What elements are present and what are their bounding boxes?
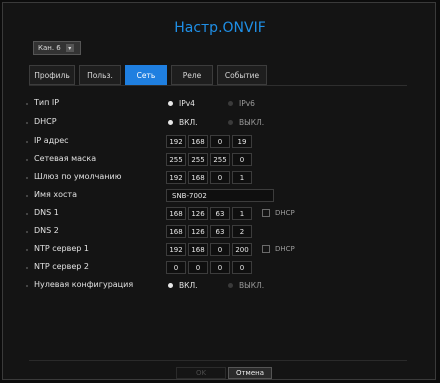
channel-label: Кан. 6	[38, 44, 61, 52]
dhcp-off-label: ВЫКЛ.	[239, 118, 265, 127]
dhcp-on-radio[interactable]: ВКЛ.	[168, 118, 198, 127]
zeroconf-off-label: ВЫКЛ.	[239, 281, 265, 290]
hostname-input[interactable]: SNB-7002	[166, 189, 274, 202]
bullet-icon	[26, 213, 28, 215]
ntp1-dhcp-label: DHCP	[275, 245, 295, 253]
ip-type-label: Тип IP	[34, 98, 60, 107]
ntp1-octet-3[interactable]: 0	[210, 243, 230, 256]
ip-address-octet-2[interactable]: 168	[188, 135, 208, 148]
tab-event[interactable]: Событие	[217, 65, 267, 85]
bullet-icon	[26, 159, 28, 161]
ip-address-octet-4[interactable]: 19	[232, 135, 252, 148]
tab-bar: Профиль Польз. Сеть Реле Событие	[29, 65, 267, 85]
ntp2-octet-4[interactable]: 0	[232, 261, 252, 274]
ip-type-ipv4-radio[interactable]: IPv4	[168, 99, 195, 108]
radio-selected-icon	[168, 101, 173, 106]
bullet-icon	[26, 195, 28, 197]
dns1-dhcp-checkbox[interactable]: DHCP	[262, 209, 295, 217]
radio-selected-icon	[168, 120, 173, 125]
netmask-octet-2[interactable]: 255	[188, 153, 208, 166]
chevron-down-icon: ▾	[65, 44, 74, 52]
ip-address-label: IP адрес	[34, 136, 69, 145]
checkbox-icon	[262, 209, 270, 217]
dns2-octet-4[interactable]: 2	[232, 225, 252, 238]
dns2-octet-1[interactable]: 168	[166, 225, 186, 238]
netmask-octet-4[interactable]: 0	[232, 153, 252, 166]
bullet-icon	[26, 285, 28, 287]
radio-unselected-icon	[228, 283, 233, 288]
dns2-octet-2[interactable]: 126	[188, 225, 208, 238]
dhcp-on-label: ВКЛ.	[179, 118, 198, 127]
dhcp-label: DHCP	[34, 117, 57, 126]
tab-relay[interactable]: Реле	[171, 65, 213, 85]
dns1-octet-4[interactable]: 1	[232, 207, 252, 220]
ntp1-octet-4[interactable]: 200	[232, 243, 252, 256]
tab-users[interactable]: Польз.	[79, 65, 121, 85]
ntp1-dhcp-checkbox[interactable]: DHCP	[262, 245, 295, 253]
zeroconf-on-radio[interactable]: ВКЛ.	[168, 281, 198, 290]
netmask-octet-1[interactable]: 255	[166, 153, 186, 166]
tab-divider	[29, 85, 407, 86]
bullet-icon	[26, 122, 28, 124]
ip-type-ipv6-radio[interactable]: IPv6	[228, 99, 255, 108]
gateway-octet-2[interactable]: 168	[188, 171, 208, 184]
dns1-label: DNS 1	[34, 208, 59, 217]
zeroconf-label: Нулевая конфигурация	[34, 280, 134, 289]
dialog-title: Настр.ONVIF	[174, 20, 266, 36]
ntp2-octet-2[interactable]: 0	[188, 261, 208, 274]
radio-unselected-icon	[228, 101, 233, 106]
dns2-label: DNS 2	[34, 226, 59, 235]
bullet-icon	[26, 141, 28, 143]
tab-network[interactable]: Сеть	[125, 65, 167, 85]
hostname-label: Имя хоста	[34, 190, 77, 199]
radio-unselected-icon	[228, 120, 233, 125]
dns2-octet-3[interactable]: 63	[210, 225, 230, 238]
ip-type-ipv6-label: IPv6	[239, 99, 255, 108]
zeroconf-on-label: ВКЛ.	[179, 281, 198, 290]
dhcp-off-radio[interactable]: ВЫКЛ.	[228, 118, 264, 127]
ip-address-octet-1[interactable]: 192	[166, 135, 186, 148]
footer-divider	[29, 360, 407, 361]
ntp2-label: NTP сервер 2	[34, 262, 89, 271]
bullet-icon	[26, 267, 28, 269]
dns1-dhcp-label: DHCP	[275, 209, 295, 217]
bullet-icon	[26, 249, 28, 251]
cancel-button[interactable]: Отмена	[228, 367, 272, 379]
ok-button[interactable]: OK	[176, 367, 226, 379]
ntp1-octet-2[interactable]: 168	[188, 243, 208, 256]
radio-selected-icon	[168, 283, 173, 288]
ip-address-octet-3[interactable]: 0	[210, 135, 230, 148]
ntp2-octet-1[interactable]: 0	[166, 261, 186, 274]
gateway-octet-3[interactable]: 0	[210, 171, 230, 184]
dns1-octet-2[interactable]: 126	[188, 207, 208, 220]
zeroconf-off-radio[interactable]: ВЫКЛ.	[228, 281, 264, 290]
ntp1-octet-1[interactable]: 192	[166, 243, 186, 256]
ntp2-octet-3[interactable]: 0	[210, 261, 230, 274]
ntp1-label: NTP сервер 1	[34, 244, 89, 253]
ip-type-ipv4-label: IPv4	[179, 99, 195, 108]
bullet-icon	[26, 231, 28, 233]
netmask-octet-3[interactable]: 255	[210, 153, 230, 166]
netmask-label: Сетевая маска	[34, 154, 97, 163]
channel-select[interactable]: Кан. 6 ▾	[33, 41, 81, 55]
dns1-octet-3[interactable]: 63	[210, 207, 230, 220]
tab-profile[interactable]: Профиль	[29, 65, 75, 85]
gateway-octet-1[interactable]: 192	[166, 171, 186, 184]
checkbox-icon	[262, 245, 270, 253]
bullet-icon	[26, 177, 28, 179]
dns1-octet-1[interactable]: 168	[166, 207, 186, 220]
gateway-label: Шлюз по умолчанию	[34, 172, 122, 181]
gateway-octet-4[interactable]: 1	[232, 171, 252, 184]
bullet-icon	[26, 103, 28, 105]
